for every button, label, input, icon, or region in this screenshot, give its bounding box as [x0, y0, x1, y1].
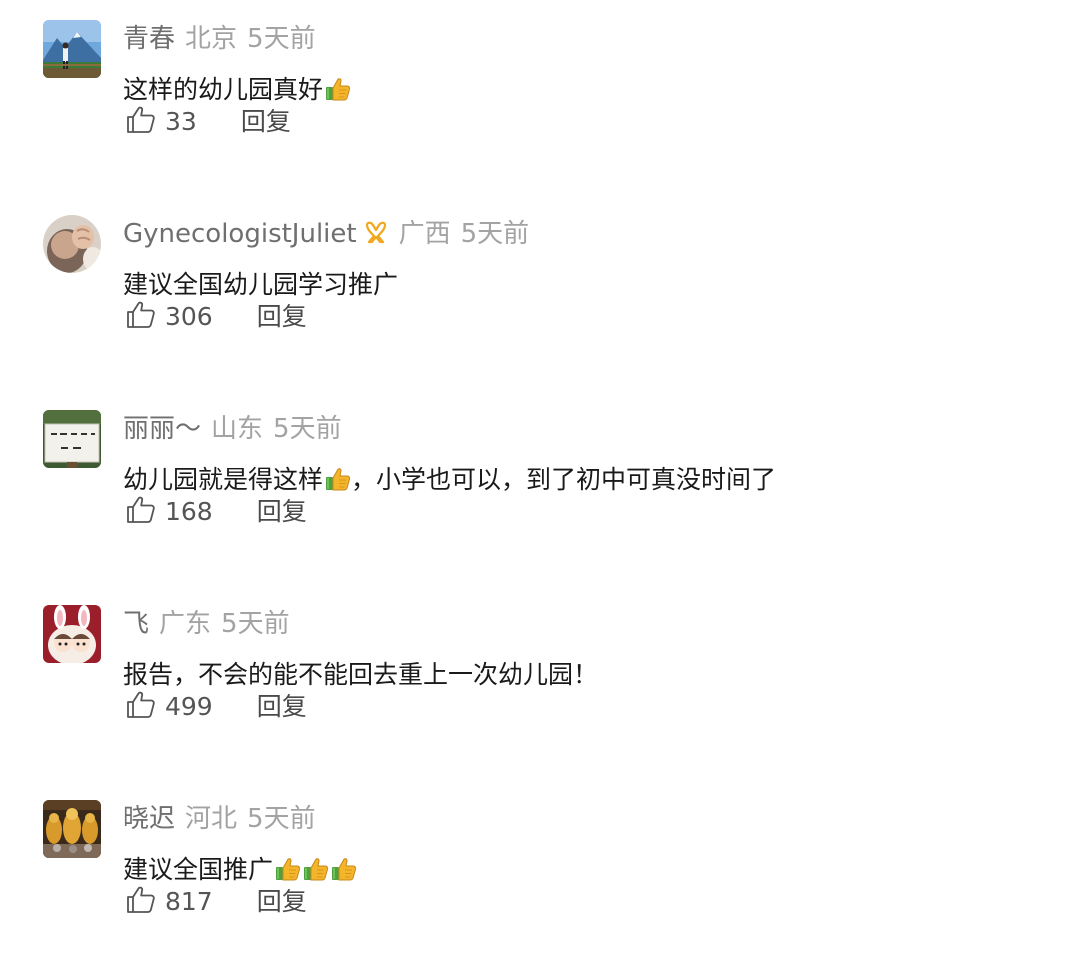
timestamp: 5天前 [221, 609, 290, 639]
comment-actions: 499 回复 [125, 687, 307, 727]
golden-buddhas-avatar [43, 800, 101, 858]
thumbs-up-emoji-icon [330, 855, 357, 882]
comment-item: 晓迟 河北 5天前 建议全国推广 817 回复 [0, 780, 1080, 975]
thumbs-up-emoji-icon [302, 855, 329, 882]
thumbs-up-icon [125, 494, 157, 526]
comment-item: 丽丽～ 山东 5天前 幼儿园就是得这样 ，小学也可以，到了初中可真没时间了 168 回复 [0, 390, 1080, 585]
like-button[interactable]: 306 [125, 297, 213, 337]
comment-body: 这样的幼儿园真好 [123, 75, 324, 104]
avatar[interactable] [43, 800, 101, 858]
gold-ribbon-badge-icon [363, 219, 389, 245]
thumbs-up-emoji-icon [274, 855, 301, 882]
comment-body: 建议全国推广 [123, 855, 274, 884]
comment-body: 建议全国幼儿园学习推广 [123, 270, 399, 299]
comment-item: 飞广东 5天前 报告，不会的能不能回去重上一次幼儿园！ 499 回复 [0, 585, 1080, 780]
fist-avatar [43, 215, 101, 273]
like-button[interactable]: 168 [125, 492, 213, 532]
reply-button[interactable]: 回复 [257, 882, 307, 922]
thumbs-up-icon [125, 884, 157, 916]
username[interactable]: 青春 [123, 24, 175, 54]
sign-board-avatar [43, 410, 101, 468]
like-count: 306 [165, 302, 213, 331]
username[interactable]: 丽丽～ [123, 414, 201, 444]
like-button[interactable]: 817 [125, 882, 213, 922]
comment-meta: GynecologistJuliet 广西 5天前 [123, 215, 529, 253]
thumbs-up-icon [125, 104, 157, 136]
comment-body: 报告，不会的能不能回去重上一次幼儿园！ [123, 660, 599, 689]
timestamp: 5天前 [460, 219, 530, 249]
thumbs-up-emoji-icon [324, 465, 351, 492]
comment-item: 青春 北京 5天前 这样的幼儿园真好 33 回复 [0, 0, 1080, 195]
avatar[interactable] [43, 20, 101, 78]
comment-body: 幼儿园就是得这样 [123, 465, 324, 494]
location: 广东 [159, 609, 212, 639]
username[interactable]: 飞 [123, 609, 149, 639]
timestamp: 5天前 [247, 24, 316, 54]
location: 北京 [185, 24, 238, 54]
username[interactable]: GynecologistJuliet [123, 219, 357, 249]
comment-actions: 33 回复 [125, 102, 291, 142]
reply-button[interactable]: 回复 [257, 297, 307, 337]
like-count: 33 [165, 107, 197, 136]
comment-actions: 306 回复 [125, 297, 307, 337]
comment-meta: 青春 北京 5天前 [123, 20, 316, 58]
mountain-landscape-avatar [43, 20, 101, 78]
reply-button[interactable]: 回复 [241, 102, 291, 142]
timestamp: 5天前 [247, 804, 316, 834]
like-button[interactable]: 33 [125, 102, 197, 142]
avatar[interactable] [43, 605, 101, 663]
like-button[interactable]: 499 [125, 687, 213, 727]
comment-item: GynecologistJuliet 广西 5天前 建议全国幼儿园学习推广 306 回… [0, 195, 1080, 390]
avatar[interactable] [43, 215, 101, 273]
like-count: 168 [165, 497, 213, 526]
like-count: 499 [165, 692, 213, 721]
comment-meta: 晓迟 河北 5天前 [123, 800, 316, 838]
username[interactable]: 晓迟 [123, 804, 175, 834]
comment-meta: 丽丽～ 山东 5天前 [123, 410, 342, 448]
avatar[interactable] [43, 410, 101, 468]
location: 河北 [185, 804, 238, 834]
reply-button[interactable]: 回复 [257, 492, 307, 532]
comment-meta: 飞广东 5天前 [123, 605, 290, 643]
cartoon-girls-avatar [43, 605, 101, 663]
location: 广西 [398, 219, 451, 249]
thumbs-up-icon [125, 299, 157, 331]
location: 山东 [211, 414, 264, 444]
thumbs-up-icon [125, 689, 157, 721]
thumbs-up-emoji-icon [324, 75, 351, 102]
reply-button[interactable]: 回复 [257, 687, 307, 727]
comment-body-continued: ，小学也可以，到了初中可真没时间了 [351, 465, 777, 494]
like-count: 817 [165, 887, 213, 916]
timestamp: 5天前 [273, 414, 342, 444]
comment-actions: 817 回复 [125, 882, 307, 922]
comment-actions: 168 回复 [125, 492, 307, 532]
